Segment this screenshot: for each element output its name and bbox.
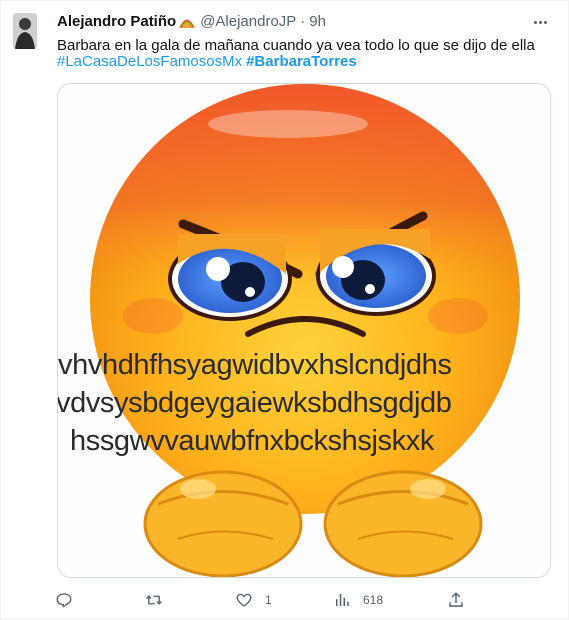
- share-icon: [449, 592, 463, 607]
- author-handle[interactable]: @AlejandroJP: [200, 13, 296, 30]
- tweet-hashtags: #LaCasaDeLosFamososMx #BarbaraTorres: [57, 52, 357, 72]
- tweet-header: Alejandro Patiño @AlejandroJP · 9h: [57, 11, 326, 31]
- views-count: 618: [363, 593, 384, 607]
- tweet-actions: 1 618: [55, 589, 475, 611]
- hashtag-link[interactable]: #LaCasaDeLosFamososMx: [57, 53, 242, 70]
- author-name[interactable]: Alejandro Patiño: [57, 13, 176, 30]
- reply-icon: [56, 593, 72, 608]
- header-separator: ·: [300, 12, 306, 30]
- more-horizontal-icon[interactable]: [530, 13, 550, 31]
- tweet-media-image[interactable]: jvhvhdhfhsyagwidbvxhslcndjdhs vdvsysbdge…: [57, 83, 551, 578]
- retweet-button[interactable]: [145, 589, 175, 611]
- like-count: 1: [265, 593, 272, 607]
- meme-text-overlay: jvhvhdhfhsyagwidbvxhslcndjdhs vdvsysbdge…: [57, 346, 550, 460]
- views-button[interactable]: 618: [333, 589, 383, 611]
- taco-emoji-icon: [178, 16, 196, 28]
- avatar[interactable]: [13, 13, 37, 49]
- tweet-timestamp[interactable]: 9h: [309, 13, 326, 30]
- share-button[interactable]: [447, 589, 465, 611]
- hashtag-link[interactable]: #BarbaraTorres: [246, 53, 357, 70]
- tweet-card[interactable]: Alejandro Patiño @AlejandroJP · 9h Barba…: [0, 0, 569, 620]
- views-icon: [336, 594, 349, 606]
- meme-line: hssgwvvauwbfnxbckshsjskxk: [70, 425, 434, 457]
- like-button[interactable]: 1: [235, 589, 272, 611]
- angry-emoji-image: [58, 84, 550, 577]
- meme-line: vdvsysbdgeygaiewksbdhsgdjdb: [57, 387, 452, 419]
- like-icon: [236, 593, 252, 607]
- meme-line: jvhvhdhfhsyagwidbvxhslcndjdhs: [57, 349, 452, 381]
- reply-button[interactable]: [55, 589, 85, 611]
- retweet-icon: [146, 595, 162, 605]
